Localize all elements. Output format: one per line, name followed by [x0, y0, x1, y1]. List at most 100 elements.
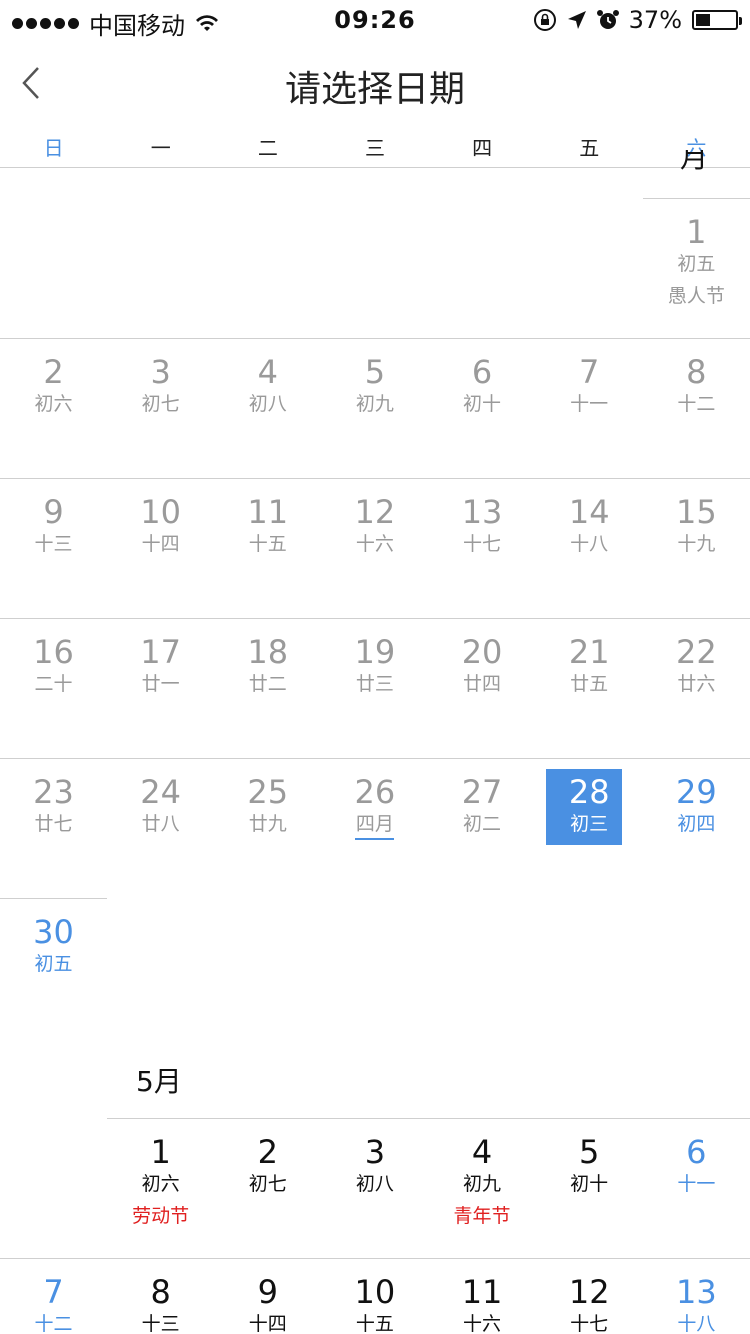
lunar-date: 初八: [355, 1173, 394, 1195]
calendar-day[interactable]: 19 廿三: [321, 618, 428, 758]
day-number: 8: [686, 353, 707, 391]
day-number: 18: [247, 633, 289, 671]
calendar-day[interactable]: 26 四月: [321, 758, 428, 898]
calendar-day[interactable]: 11 十五: [214, 478, 321, 618]
calendar-day[interactable]: 4 初九青年节: [429, 1118, 536, 1258]
lunar-date: 十六: [463, 1313, 502, 1334]
calendar-day[interactable]: 20 廿四: [429, 618, 536, 758]
day-number: 5: [579, 1133, 600, 1171]
calendar-day[interactable]: 8 十二: [643, 338, 750, 478]
calendar-day[interactable]: 2 初六: [0, 338, 107, 478]
calendar-day[interactable]: 11 十六: [429, 1258, 536, 1334]
lunar-date: 初五: [34, 953, 73, 975]
day-number: 28: [568, 773, 610, 811]
calendar-day[interactable]: 28 初三: [536, 758, 643, 898]
calendar-day[interactable]: 18 廿二: [214, 618, 321, 758]
lunar-date: 初七: [141, 393, 180, 415]
day-number: 1: [150, 1133, 171, 1171]
lunar-date: 十一: [677, 1173, 716, 1195]
calendar-day[interactable]: 17 廿一: [107, 618, 214, 758]
day-number: 8: [150, 1273, 171, 1311]
lunar-date: 廿五: [570, 673, 609, 695]
lunar-date: 初九: [463, 1173, 502, 1195]
lunar-date: 十一: [570, 393, 609, 415]
day-number: 29: [675, 773, 717, 811]
month-title: 5月: [136, 1065, 182, 1098]
day-number: 15: [675, 493, 717, 531]
calendar-day[interactable]: 12 十六: [321, 478, 428, 618]
lunar-date: 初七: [248, 1173, 287, 1195]
day-number: 6: [471, 353, 493, 391]
lunar-date: 初五: [677, 253, 716, 275]
calendar-day[interactable]: 6 初十: [429, 338, 536, 478]
calendar-day[interactable]: 5 初十: [536, 1118, 643, 1258]
calendar-day[interactable]: 7 十一: [536, 338, 643, 478]
day-number: 14: [568, 493, 610, 531]
calendar-day[interactable]: 15 十九: [643, 478, 750, 618]
calendar-day[interactable]: 1 初五 愚人节: [643, 198, 750, 338]
calendar-day[interactable]: 23 廿七: [0, 758, 107, 898]
holiday-label: 劳动节: [132, 1205, 190, 1227]
calendar-day[interactable]: 6 十一: [643, 1118, 750, 1258]
calendar-day[interactable]: 29 初四: [643, 758, 750, 898]
lunar-month-underline: [355, 838, 395, 840]
day-number: 26: [354, 773, 396, 811]
calendar-day[interactable]: 22 廿六: [643, 618, 750, 758]
calendar-day[interactable]: 7 十二: [0, 1258, 107, 1334]
lunar-date: 十九: [677, 533, 716, 555]
day-number: 12: [568, 1273, 610, 1311]
lunar-date: 十八: [570, 533, 609, 555]
calendar-day[interactable]: 5 初九: [321, 338, 428, 478]
lunar-date: 十二: [34, 1313, 73, 1334]
calendar-day[interactable]: 24 廿八: [107, 758, 214, 898]
lunar-date: 初九: [355, 393, 394, 415]
lunar-date: 廿二: [248, 673, 287, 695]
day-number: 11: [461, 1273, 503, 1311]
day-number: 3: [150, 353, 171, 391]
day-number: 11: [247, 493, 289, 531]
calendar-day[interactable]: 9 十四: [214, 1258, 321, 1334]
day-number: 24: [140, 773, 181, 811]
calendar-day[interactable]: 4 初八: [214, 338, 321, 478]
calendar-day[interactable]: 3 初八: [321, 1118, 428, 1258]
lunar-date: 初八: [248, 393, 287, 415]
holiday-label: 青年节: [453, 1205, 511, 1227]
calendar-day[interactable]: 12 十七: [536, 1258, 643, 1334]
day-number: 9: [257, 1273, 278, 1311]
lunar-date: 二十: [34, 673, 73, 695]
calendar-grid: 月 1 初五 愚人节 2 初六 3 初七 4 初八 5 初九 6 初十 7 十一 8 十二 9 十三 10 十四 11 十五 1…: [0, 0, 750, 1334]
calendar-day[interactable]: 9 十三: [0, 478, 107, 618]
day-number: 30: [33, 913, 74, 951]
day-number: 5: [364, 353, 386, 391]
lunar-date: 十八: [677, 1313, 716, 1334]
lunar-date: 廿四: [463, 673, 502, 695]
calendar-day[interactable]: 14 十八: [536, 478, 643, 618]
calendar-day[interactable]: 21 廿五: [536, 618, 643, 758]
calendar-day[interactable]: 1 初六劳动节: [107, 1118, 214, 1258]
month-title-partial: 月: [680, 150, 709, 174]
calendar-day[interactable]: 2 初七: [214, 1118, 321, 1258]
day-number: 4: [471, 1133, 493, 1171]
calendar-day[interactable]: 10 十四: [107, 478, 214, 618]
calendar-day[interactable]: 8 十三: [107, 1258, 214, 1334]
lunar-date: 初四: [677, 813, 716, 835]
day-number: 27: [461, 773, 503, 811]
lunar-date: 十六: [355, 533, 394, 555]
lunar-date: 廿三: [355, 673, 394, 695]
day-number: 20: [461, 633, 503, 671]
calendar-day[interactable]: 30 初五: [0, 898, 107, 1038]
calendar-day[interactable]: 13 十八: [643, 1258, 750, 1334]
calendar-day[interactable]: 25 廿九: [214, 758, 321, 898]
calendar-day[interactable]: 13 十七: [429, 478, 536, 618]
lunar-date: 初二: [463, 813, 502, 835]
calendar-day[interactable]: 27 初二: [429, 758, 536, 898]
holiday-label: 愚人节: [667, 285, 725, 307]
calendar-day[interactable]: 10 十五: [321, 1258, 428, 1334]
day-number: 9: [43, 493, 64, 531]
day-number: 6: [686, 1133, 707, 1171]
calendar-day[interactable]: 3 初七: [107, 338, 214, 478]
calendar-day[interactable]: 16 二十: [0, 618, 107, 758]
day-number: 10: [140, 493, 181, 531]
lunar-date: 初十: [463, 393, 502, 415]
lunar-date: 初六: [141, 1173, 180, 1195]
